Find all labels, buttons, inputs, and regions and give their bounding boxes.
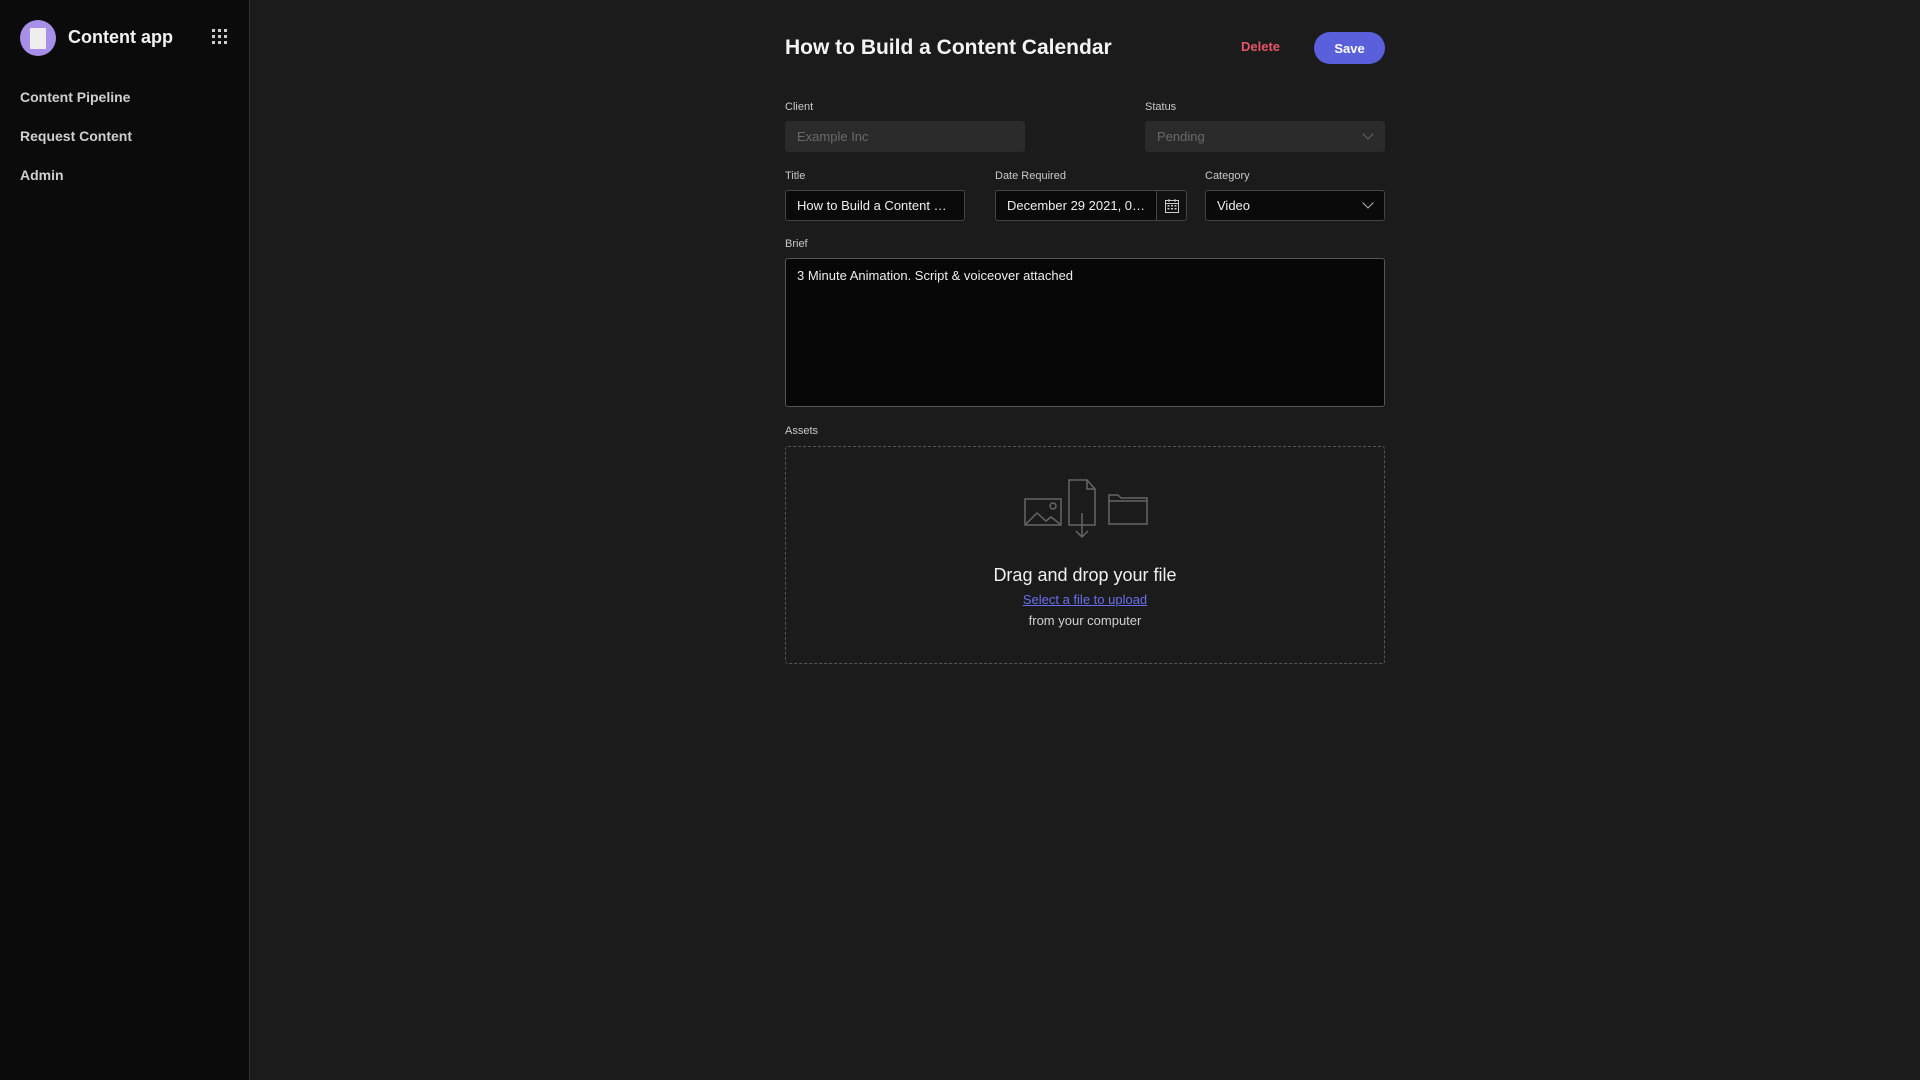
nav-request-content[interactable]: Request Content — [20, 128, 132, 144]
file-dropzone[interactable]: Drag and drop your file Select a file to… — [785, 446, 1385, 664]
sidebar: Content app Content Pipeline Request Con… — [0, 0, 250, 1080]
assets-label: Assets — [785, 425, 819, 437]
date-label: Date Required — [995, 170, 1066, 182]
save-button[interactable]: Save — [1314, 32, 1385, 64]
app-logo-icon — [20, 20, 56, 56]
status-label: Status — [1145, 101, 1177, 113]
nav-content-pipeline[interactable]: Content Pipeline — [20, 89, 130, 105]
page-title: How to Build a Content Calendar — [785, 36, 1112, 59]
apps-grid-icon[interactable] — [212, 29, 227, 44]
chevron-down-icon — [1362, 197, 1374, 209]
title-label: Title — [785, 170, 806, 182]
client-input[interactable]: Example Inc — [785, 121, 1025, 152]
calendar-icon — [1164, 198, 1179, 213]
delete-button[interactable]: Delete — [1241, 39, 1280, 54]
nav-admin[interactable]: Admin — [20, 167, 64, 183]
status-value: Pending — [1157, 129, 1205, 144]
drop-title: Drag and drop your file — [993, 565, 1177, 585]
title-input[interactable]: How to Build a Content … — [785, 190, 965, 221]
brief-textarea[interactable]: 3 Minute Animation. Script & voiceover a… — [785, 258, 1385, 407]
app-title: Content app — [68, 27, 173, 47]
drop-subtext: from your computer — [1028, 613, 1142, 628]
brief-label: Brief — [785, 238, 808, 250]
category-label: Category — [1205, 170, 1250, 182]
chevron-down-icon — [1362, 128, 1374, 140]
calendar-button[interactable] — [1156, 190, 1187, 221]
client-label: Client — [785, 101, 814, 113]
category-select[interactable]: Video — [1205, 190, 1385, 221]
upload-files-icon — [1024, 479, 1148, 539]
category-value: Video — [1217, 198, 1251, 213]
date-input[interactable]: December 29 2021, 0… — [995, 190, 1157, 221]
status-select[interactable]: Pending — [1145, 121, 1385, 152]
select-file-link[interactable]: Select a file to upload — [786, 592, 1384, 607]
